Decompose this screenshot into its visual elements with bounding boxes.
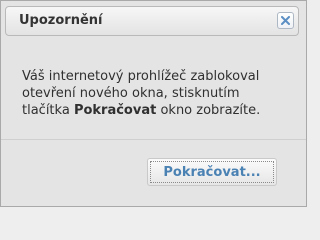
message-line-3-suffix: okno zobrazíte. xyxy=(156,103,261,118)
dialog-title: Upozornění xyxy=(19,13,103,28)
message-line-2: otevření nového okna, stisknutím xyxy=(22,86,240,101)
message-line-3-prefix: tlačítka xyxy=(22,103,74,118)
message-line-1: Váš internetový prohlížeč zablokoval xyxy=(22,69,260,84)
dialog-separator xyxy=(1,139,306,140)
dialog-message: Váš internetový prohlížeč zablokoval ote… xyxy=(22,68,292,119)
message-line-3-bold: Pokračovat xyxy=(73,103,157,118)
dialog-titlebar: Upozornění xyxy=(5,6,299,36)
continue-button[interactable]: Pokračovat... xyxy=(147,158,277,186)
popup-blocked-dialog: Upozornění Váš internetový prohlížeč zab… xyxy=(0,0,307,207)
close-icon xyxy=(281,16,290,25)
close-button[interactable] xyxy=(277,12,294,29)
continue-button-label: Pokračovat... xyxy=(163,164,261,180)
